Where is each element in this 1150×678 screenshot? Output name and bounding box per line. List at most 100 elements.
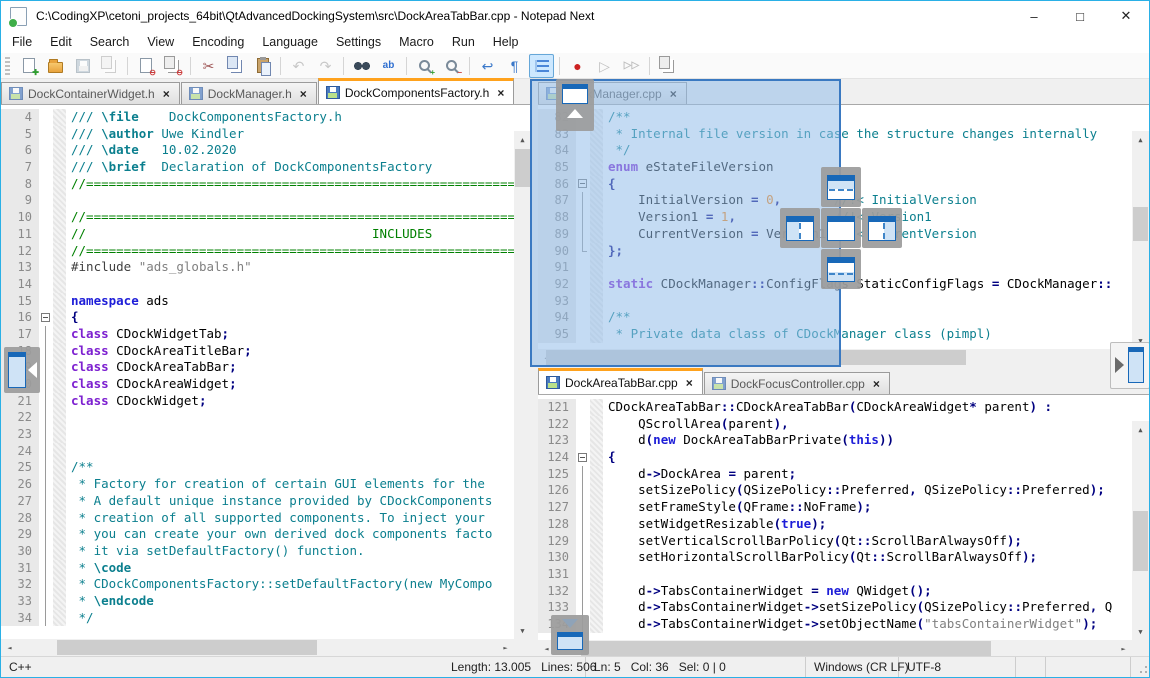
indentation-guides-button[interactable]	[529, 54, 554, 78]
code-line-33[interactable]: 33 * \endcode	[1, 593, 514, 610]
tab-close-icon[interactable]: ×	[298, 87, 309, 101]
code-line-25[interactable]: 25/**	[1, 459, 514, 476]
new-file-button[interactable]: ✚	[16, 54, 41, 78]
code-line-29[interactable]: 29 * you can create your own derived doc…	[1, 526, 514, 543]
code-line-13[interactable]: 13#include "ads_globals.h"	[1, 259, 514, 276]
scroll-thumb[interactable]	[57, 640, 317, 655]
tab-DockFocusController.cpp[interactable]: DockFocusController.cpp×	[704, 372, 890, 394]
code-line-18[interactable]: 18class CDockAreaTitleBar;	[1, 343, 514, 360]
code-line-126[interactable]: 126 setSizePolicy(QSizePolicy::Preferred…	[538, 482, 1132, 499]
menu-file[interactable]: File	[3, 31, 41, 53]
code-line-131[interactable]: 131	[538, 566, 1132, 583]
container-drop-indicator-top[interactable]	[556, 79, 594, 131]
code-line-4[interactable]: 4/// \file DockComponentsFactory.h	[1, 109, 514, 126]
code-line-28[interactable]: 28 * creation of all supported component…	[1, 510, 514, 527]
close-all-files-button[interactable]: ⊖	[160, 54, 185, 78]
tab-close-icon[interactable]: ×	[871, 377, 882, 391]
code-line-121[interactable]: 121CDockAreaTabBar::CDockAreaTabBar(CDoc…	[538, 399, 1132, 416]
dock-indicator-top[interactable]	[821, 167, 861, 207]
code-line-21[interactable]: 21class CDockWidget;	[1, 393, 514, 410]
menu-edit[interactable]: Edit	[41, 31, 81, 53]
code-line-123[interactable]: 123 d(new DockAreaTabBarPrivate(this))	[538, 432, 1132, 449]
scroll-thumb[interactable]	[1133, 511, 1148, 571]
menu-run[interactable]: Run	[443, 31, 484, 53]
code-line-132[interactable]: 132 d->TabsContainerWidget = new QWidget…	[538, 583, 1132, 600]
tab-close-icon[interactable]: ×	[684, 376, 695, 390]
code-line-10[interactable]: 10//====================================…	[1, 209, 514, 226]
code-line-15[interactable]: 15namespace ads	[1, 293, 514, 310]
scroll-thumb[interactable]	[581, 641, 991, 656]
code-line-133[interactable]: 133 d->TabsContainerWidget->setSizePolic…	[538, 599, 1132, 616]
code-line-129[interactable]: 129 setVerticalScrollBarPolicy(Qt::Scrol…	[538, 533, 1132, 550]
code-line-127[interactable]: 127 setFrameStyle(QFrame::NoFrame);	[538, 499, 1132, 516]
save-all-button[interactable]	[97, 54, 122, 78]
code-line-19[interactable]: 19class CDockAreaTabBar;	[1, 359, 514, 376]
dock-indicator-right[interactable]	[862, 208, 902, 248]
code-line-128[interactable]: 128 setWidgetResizable(true);	[538, 516, 1132, 533]
copy-button[interactable]	[223, 54, 248, 78]
word-wrap-button[interactable]: ↩	[475, 54, 500, 78]
code-line-24[interactable]: 24	[1, 443, 514, 460]
code-line-122[interactable]: 122 QScrollArea(parent),	[538, 416, 1132, 433]
code-line-125[interactable]: 125 d->DockArea = parent;	[538, 466, 1132, 483]
zoom-in-button[interactable]: +	[412, 54, 437, 78]
dock-indicator-bottom[interactable]	[821, 249, 861, 289]
menu-view[interactable]: View	[138, 31, 183, 53]
code-line-5[interactable]: 5/// \author Uwe Kindler	[1, 126, 514, 143]
code-line-23[interactable]: 23	[1, 426, 514, 443]
code-line-12[interactable]: 12//====================================…	[1, 243, 514, 260]
clone-view-button[interactable]	[655, 54, 680, 78]
code-line-31[interactable]: 31 * \code	[1, 560, 514, 577]
save-button[interactable]	[70, 54, 95, 78]
tab-DockAreaTabBar.cpp[interactable]: DockAreaTabBar.cpp×	[538, 368, 703, 394]
code-line-16[interactable]: 16{	[1, 309, 514, 326]
scroll-left-arrow[interactable]: ◄	[1, 639, 18, 656]
code-line-14[interactable]: 14	[1, 276, 514, 293]
scroll-right-arrow[interactable]: ►	[1115, 640, 1132, 656]
replace-button[interactable]: ab	[376, 54, 401, 78]
code-line-7[interactable]: 7/// \brief Declaration of DockComponent…	[1, 159, 514, 176]
scroll-up-arrow[interactable]: ▲	[514, 131, 531, 148]
code-line-124[interactable]: 124{	[538, 449, 1132, 466]
cut-button[interactable]: ✂	[196, 54, 221, 78]
container-drop-indicator-left[interactable]	[4, 347, 40, 393]
tab-DockManager.h[interactable]: DockManager.h×	[181, 82, 317, 104]
code-line-30[interactable]: 30 * it via setDefaultFactory() function…	[1, 543, 514, 560]
code-line-34[interactable]: 34 */	[1, 610, 514, 627]
find-button[interactable]	[349, 54, 374, 78]
menu-help[interactable]: Help	[484, 31, 528, 53]
menu-language[interactable]: Language	[253, 31, 327, 53]
zoom-out-button[interactable]: −	[439, 54, 464, 78]
scroll-down-arrow[interactable]: ▼	[514, 622, 531, 639]
code-line-11[interactable]: 11// INCLUDES	[1, 226, 514, 243]
minimize-button[interactable]: –	[1011, 1, 1057, 31]
editor-bottom-right[interactable]: 121CDockAreaTabBar::CDockAreaTabBar(CDoc…	[538, 395, 1149, 656]
paste-button[interactable]	[250, 54, 275, 78]
open-file-button[interactable]	[43, 54, 68, 78]
code-line-9[interactable]: 9	[1, 192, 514, 209]
code-line-134[interactable]: 134 d->TabsContainerWidget->setObjectNam…	[538, 616, 1132, 633]
scroll-thumb[interactable]	[1133, 207, 1148, 241]
tab-close-icon[interactable]: ×	[495, 86, 506, 100]
scroll-thumb[interactable]	[515, 149, 530, 187]
fold-toggle-icon[interactable]	[41, 313, 50, 322]
close-file-button[interactable]: ⊖	[133, 54, 158, 78]
tab-close-icon[interactable]: ×	[161, 87, 172, 101]
code-line-8[interactable]: 8//=====================================…	[1, 176, 514, 193]
menu-macro[interactable]: Macro	[390, 31, 443, 53]
container-drop-indicator-bottom[interactable]	[551, 615, 589, 655]
dock-indicator-center[interactable]	[821, 208, 861, 248]
toolbar-grip[interactable]	[5, 57, 10, 75]
show-all-characters-button[interactable]: ¶	[502, 54, 527, 78]
record-macro-button[interactable]: ●	[565, 54, 590, 78]
scroll-down-arrow[interactable]: ▼	[1132, 623, 1149, 640]
close-button[interactable]: ✕	[1103, 1, 1149, 31]
run-macro-multiple-button[interactable]: ▷▷	[619, 54, 644, 78]
code-line-27[interactable]: 27 * A default unique instance provided …	[1, 493, 514, 510]
container-drop-indicator-right[interactable]	[1110, 342, 1150, 389]
code-line-6[interactable]: 6/// \date 10.02.2020	[1, 142, 514, 159]
redo-button[interactable]: ↷	[313, 54, 338, 78]
menu-settings[interactable]: Settings	[327, 31, 390, 53]
dock-indicator-left[interactable]	[780, 208, 820, 248]
fold-toggle-icon[interactable]	[578, 453, 587, 462]
